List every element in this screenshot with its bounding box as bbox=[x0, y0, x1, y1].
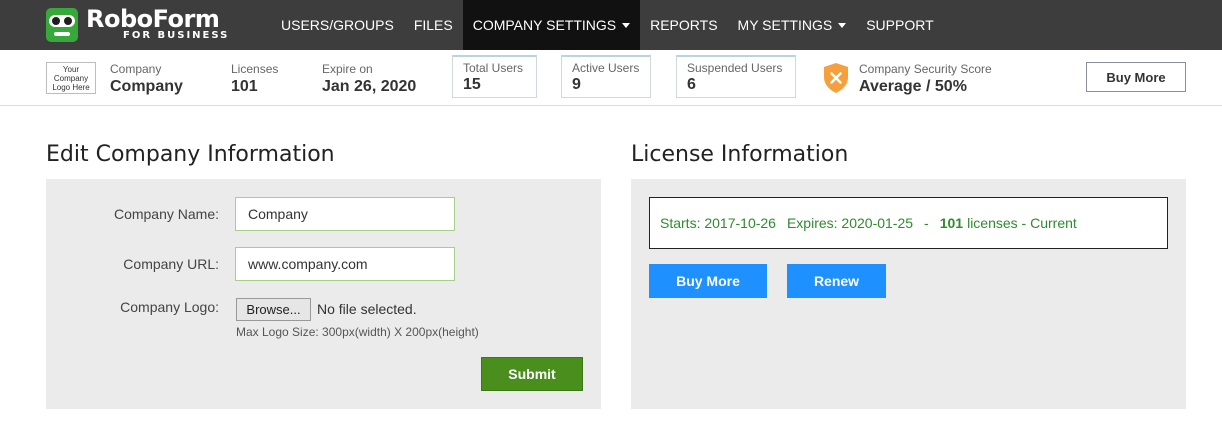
license-expires: Expires: 2020-01-25 bbox=[786, 215, 914, 231]
nav-users-groups[interactable]: USERS/GROUPS bbox=[271, 0, 404, 50]
main-menu: USERS/GROUPS FILES COMPANY SETTINGS REPO… bbox=[271, 0, 944, 50]
submit-button[interactable]: Submit bbox=[481, 357, 583, 391]
active-users-box[interactable]: Active Users 9 bbox=[561, 55, 651, 98]
top-nav: RoboForm FOR BUSINESS USERS/GROUPS FILES… bbox=[0, 0, 1222, 50]
total-users-value: 15 bbox=[463, 76, 481, 93]
company-stat-value: Company bbox=[110, 78, 183, 95]
company-name-input[interactable] bbox=[235, 197, 455, 231]
security-score-stat: Company Security Score Average / 50% bbox=[859, 62, 992, 96]
security-score-value: Average / 50% bbox=[859, 78, 967, 95]
edit-company-title: Edit Company Information bbox=[46, 142, 335, 167]
no-file-selected-text: No file selected. bbox=[317, 301, 417, 317]
nav-label: FILES bbox=[413, 17, 453, 33]
expire-stat-label: Expire on bbox=[322, 62, 373, 76]
active-users-value: 9 bbox=[572, 76, 581, 93]
company-logo-placeholder: Your Company Logo Here bbox=[46, 62, 96, 94]
buy-more-button-header[interactable]: Buy More bbox=[1086, 62, 1186, 92]
company-url-label: Company URL: bbox=[123, 256, 219, 272]
nav-label: COMPANY SETTINGS bbox=[472, 17, 617, 33]
roboform-logo[interactable]: RoboForm FOR BUSINESS bbox=[46, 5, 246, 42]
renew-button[interactable]: Renew bbox=[787, 264, 886, 298]
suspended-users-box[interactable]: Suspended Users 6 bbox=[676, 55, 796, 98]
total-users-label: Total Users bbox=[463, 61, 524, 75]
browse-file-button[interactable]: Browse... bbox=[236, 298, 311, 321]
company-stat: Company Company bbox=[110, 62, 183, 96]
expire-stat: Expire on Jan 26, 2020 bbox=[322, 62, 416, 96]
nav-label: MY SETTINGS bbox=[737, 17, 833, 33]
brand-tagline: FOR BUSINESS bbox=[123, 30, 230, 41]
robot-logo-icon bbox=[46, 8, 78, 42]
total-users-box[interactable]: Total Users 15 bbox=[452, 55, 537, 98]
licenses-stat: Licenses 101 bbox=[231, 62, 278, 96]
security-score-label: Company Security Score bbox=[859, 62, 992, 76]
suspended-users-label: Suspended Users bbox=[687, 61, 783, 75]
company-url-input[interactable] bbox=[235, 247, 455, 281]
nav-label: USERS/GROUPS bbox=[281, 17, 394, 33]
nav-label: SUPPORT bbox=[866, 17, 934, 33]
buy-more-button[interactable]: Buy More bbox=[649, 264, 767, 298]
nav-label: REPORTS bbox=[650, 17, 718, 33]
license-count: 101 bbox=[939, 215, 964, 231]
brand-name: RoboForm bbox=[86, 5, 220, 33]
company-logo-label: Company Logo: bbox=[120, 299, 219, 315]
license-info-title: License Information bbox=[631, 142, 849, 167]
license-status-box: Starts: 2017-10-26 Expires: 2020-01-25 -… bbox=[649, 197, 1168, 249]
company-info-bar: Your Company Logo Here Company Company L… bbox=[0, 50, 1222, 106]
company-stat-label: Company bbox=[110, 62, 162, 76]
nav-company-settings[interactable]: COMPANY SETTINGS bbox=[462, 0, 641, 50]
licenses-stat-value: 101 bbox=[231, 78, 258, 95]
caret-down-icon bbox=[622, 22, 631, 28]
company-name-label: Company Name: bbox=[113, 206, 219, 222]
nav-my-settings[interactable]: MY SETTINGS bbox=[728, 0, 857, 50]
expire-stat-value: Jan 26, 2020 bbox=[322, 78, 417, 95]
license-suffix: licenses - Current bbox=[967, 215, 1077, 231]
nav-support[interactable]: SUPPORT bbox=[856, 0, 943, 50]
suspended-users-value: 6 bbox=[687, 76, 696, 93]
caret-down-icon bbox=[838, 22, 847, 28]
logo-size-hint: Max Logo Size: 300px(width) X 200px(heig… bbox=[236, 325, 479, 339]
licenses-stat-label: Licenses bbox=[231, 62, 279, 76]
active-users-label: Active Users bbox=[572, 61, 640, 75]
license-starts: Starts: 2017-10-26 bbox=[660, 215, 776, 231]
license-separator: - bbox=[924, 215, 929, 231]
nav-reports[interactable]: REPORTS bbox=[640, 0, 727, 50]
security-shield-icon bbox=[824, 63, 848, 93]
nav-files[interactable]: FILES bbox=[404, 0, 463, 50]
